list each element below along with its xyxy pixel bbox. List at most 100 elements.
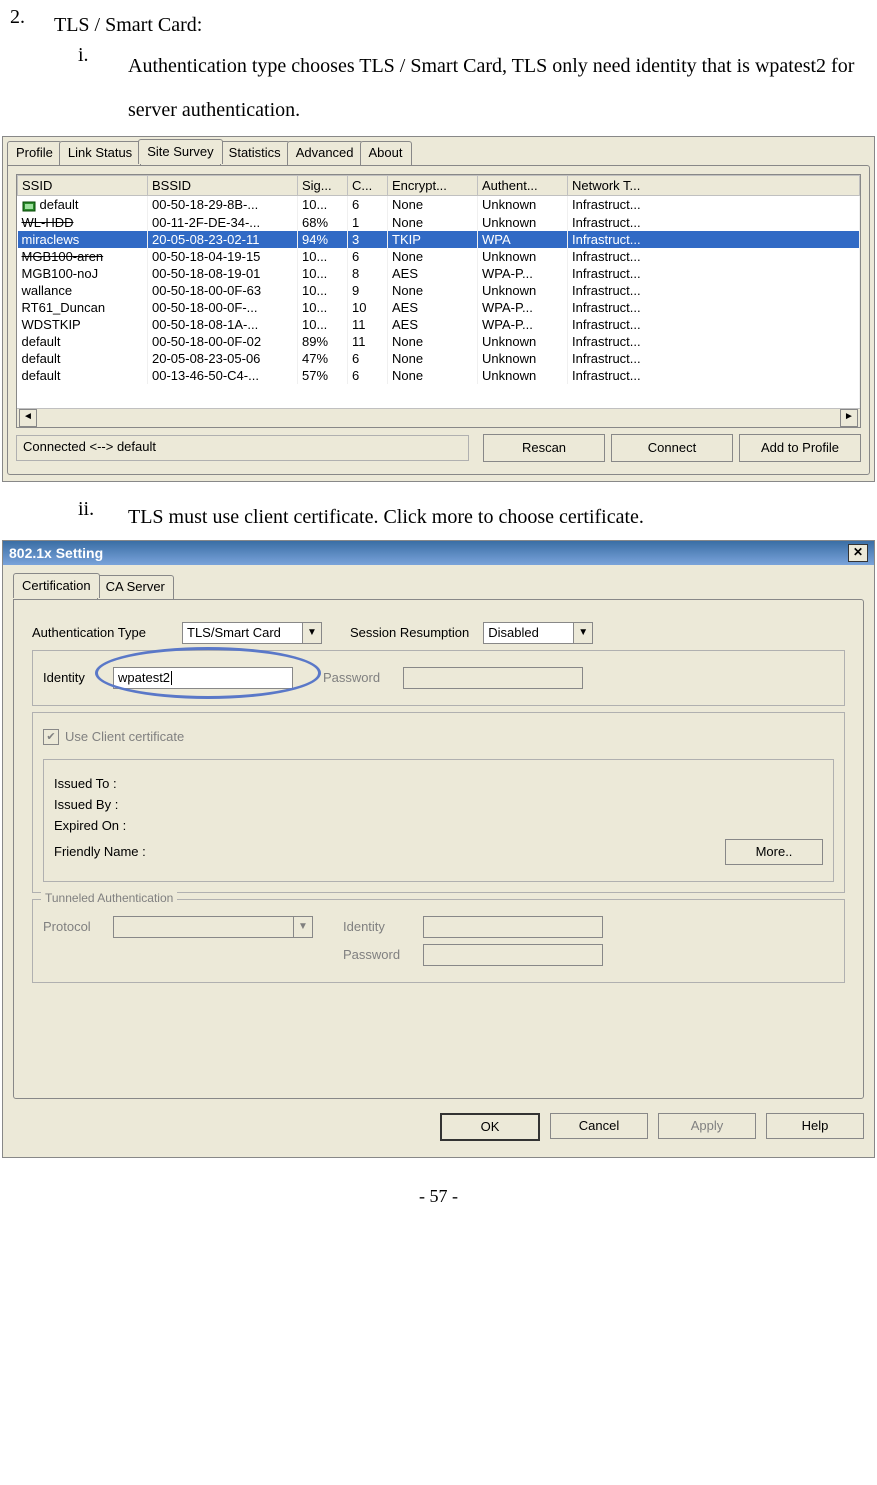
tab-link-status[interactable]: Link Status — [59, 141, 141, 165]
table-cell: Infrastruct... — [568, 350, 860, 367]
table-cell: None — [388, 350, 478, 367]
ok-button[interactable]: OK — [440, 1113, 540, 1141]
rescan-button[interactable]: Rescan — [483, 434, 605, 462]
table-cell: Infrastruct... — [568, 299, 860, 316]
table-cell: None — [388, 367, 478, 384]
connect-button[interactable]: Connect — [611, 434, 733, 462]
subitem-ii-text: TLS must use client certificate. Click m… — [128, 498, 867, 536]
table-cell: Unknown — [478, 367, 568, 384]
dot1x-dialog: 802.1x Setting ✕ CertificationCA Server … — [2, 540, 875, 1158]
friendly-name-label: Friendly Name : — [54, 844, 725, 859]
table-cell: 6 — [348, 350, 388, 367]
session-resumption-combo[interactable]: Disabled ▼ — [483, 622, 593, 644]
use-client-cert-label: Use Client certificate — [65, 729, 184, 744]
table-cell: 11 — [348, 333, 388, 350]
table-cell: 94% — [298, 231, 348, 248]
table-row[interactable]: MGB100-noJ00-50-18-08-19-0110...8AESWPA-… — [18, 265, 860, 282]
table-row[interactable]: default00-50-18-00-0F-0289%11NoneUnknown… — [18, 333, 860, 350]
table-cell: Unknown — [478, 282, 568, 299]
table-cell: None — [388, 333, 478, 350]
site-survey-window: ProfileLink StatusSite SurveyStatisticsA… — [2, 136, 875, 482]
tab-ca-server[interactable]: CA Server — [97, 575, 174, 599]
table-row[interactable]: default20-05-08-23-05-0647%6NoneUnknownI… — [18, 350, 860, 367]
auth-type-combo[interactable]: TLS/Smart Card ▼ — [182, 622, 322, 644]
tab-certification[interactable]: Certification — [13, 573, 100, 598]
column-header[interactable]: Authent... — [478, 176, 568, 196]
table-cell: None — [388, 282, 478, 299]
table-cell: 9 — [348, 282, 388, 299]
survey-tabbar: ProfileLink StatusSite SurveyStatisticsA… — [7, 139, 870, 165]
table-row[interactable]: miraclews20-05-08-23-02-1194%3TKIPWPAInf… — [18, 231, 860, 248]
table-row[interactable]: WL-HDD00-11-2F-DE-34-...68%1NoneUnknownI… — [18, 214, 860, 231]
network-table-container: SSIDBSSIDSig...C...Encrypt...Authent...N… — [16, 174, 861, 428]
column-header[interactable]: Sig... — [298, 176, 348, 196]
table-cell: 20-05-08-23-02-11 — [148, 231, 298, 248]
column-header[interactable]: SSID — [18, 176, 148, 196]
connection-status: Connected <--> default — [16, 435, 469, 461]
help-button[interactable]: Help — [766, 1113, 864, 1139]
table-row[interactable]: wallance00-50-18-00-0F-6310...9NoneUnkno… — [18, 282, 860, 299]
add-to-profile-button[interactable]: Add to Profile — [739, 434, 861, 462]
table-cell: wallance — [18, 282, 148, 299]
identity-value: wpatest2 — [118, 670, 170, 685]
table-cell: MGB100-noJ — [18, 265, 148, 282]
table-cell: 10... — [298, 282, 348, 299]
scroll-right-icon[interactable]: ► — [840, 409, 858, 427]
tab-advanced[interactable]: Advanced — [287, 141, 363, 165]
session-resumption-label: Session Resumption — [350, 625, 469, 640]
horizontal-scrollbar[interactable]: ◄ ► — [17, 408, 860, 427]
table-cell: 00-50-18-00-0F-63 — [148, 282, 298, 299]
column-header[interactable]: Network T... — [568, 176, 860, 196]
table-cell: 6 — [348, 367, 388, 384]
table-cell: Unknown — [478, 214, 568, 231]
table-cell: Infrastruct... — [568, 316, 860, 333]
table-cell: Infrastruct... — [568, 248, 860, 265]
column-header[interactable]: C... — [348, 176, 388, 196]
table-cell: 6 — [348, 248, 388, 265]
tunnel-protocol-combo: ▼ — [113, 916, 313, 938]
table-cell: WPA-P... — [478, 316, 568, 333]
list-title: TLS / Smart Card: — [54, 6, 867, 44]
tab-site-survey[interactable]: Site Survey — [138, 139, 222, 164]
cancel-button[interactable]: Cancel — [550, 1113, 648, 1139]
table-cell: 00-13-46-50-C4-... — [148, 367, 298, 384]
table-row[interactable]: default00-50-18-29-8B-...10...6NoneUnkno… — [18, 196, 860, 214]
table-cell: None — [388, 214, 478, 231]
table-cell: Unknown — [478, 350, 568, 367]
column-header[interactable]: Encrypt... — [388, 176, 478, 196]
dropdown-icon[interactable]: ▼ — [573, 622, 593, 644]
close-icon[interactable]: ✕ — [848, 544, 868, 562]
password-input — [403, 667, 583, 689]
table-row[interactable]: RT61_Duncan00-50-18-00-0F-...10...10AESW… — [18, 299, 860, 316]
dlg-tabbar: CertificationCA Server — [13, 573, 864, 599]
more-button[interactable]: More.. — [725, 839, 823, 865]
column-header[interactable]: BSSID — [148, 176, 298, 196]
table-cell: Infrastruct... — [568, 265, 860, 282]
tunnel-password-label: Password — [343, 947, 423, 962]
table-row[interactable]: default00-13-46-50-C4-...57%6NoneUnknown… — [18, 367, 860, 384]
table-cell: 57% — [298, 367, 348, 384]
table-cell: WPA-P... — [478, 299, 568, 316]
table-cell: miraclews — [18, 231, 148, 248]
subitem-i-text: Authentication type chooses TLS / Smart … — [128, 44, 867, 132]
table-row[interactable]: MGB100-aren00-50-18-04-19-1510...6NoneUn… — [18, 248, 860, 265]
table-cell: 6 — [348, 196, 388, 214]
identity-label: Identity — [43, 670, 113, 685]
use-client-cert-checkbox: ✔ — [43, 729, 59, 745]
dropdown-icon[interactable]: ▼ — [302, 622, 322, 644]
table-row[interactable]: WDSTKIP00-50-18-08-1A-...10...11AESWPA-P… — [18, 316, 860, 333]
tab-statistics[interactable]: Statistics — [220, 141, 290, 165]
auth-type-value: TLS/Smart Card — [182, 622, 302, 644]
tunnel-identity-label: Identity — [343, 919, 423, 934]
tab-about[interactable]: About — [360, 141, 412, 165]
table-cell: WDSTKIP — [18, 316, 148, 333]
table-cell: 20-05-08-23-05-06 — [148, 350, 298, 367]
table-cell: RT61_Duncan — [18, 299, 148, 316]
table-cell: 8 — [348, 265, 388, 282]
tab-profile[interactable]: Profile — [7, 141, 62, 165]
issued-by-label: Issued By : — [54, 797, 823, 812]
scroll-left-icon[interactable]: ◄ — [19, 409, 37, 427]
auth-type-label: Authentication Type — [32, 625, 182, 640]
identity-input[interactable]: wpatest2 — [113, 667, 293, 689]
table-cell: 00-11-2F-DE-34-... — [148, 214, 298, 231]
